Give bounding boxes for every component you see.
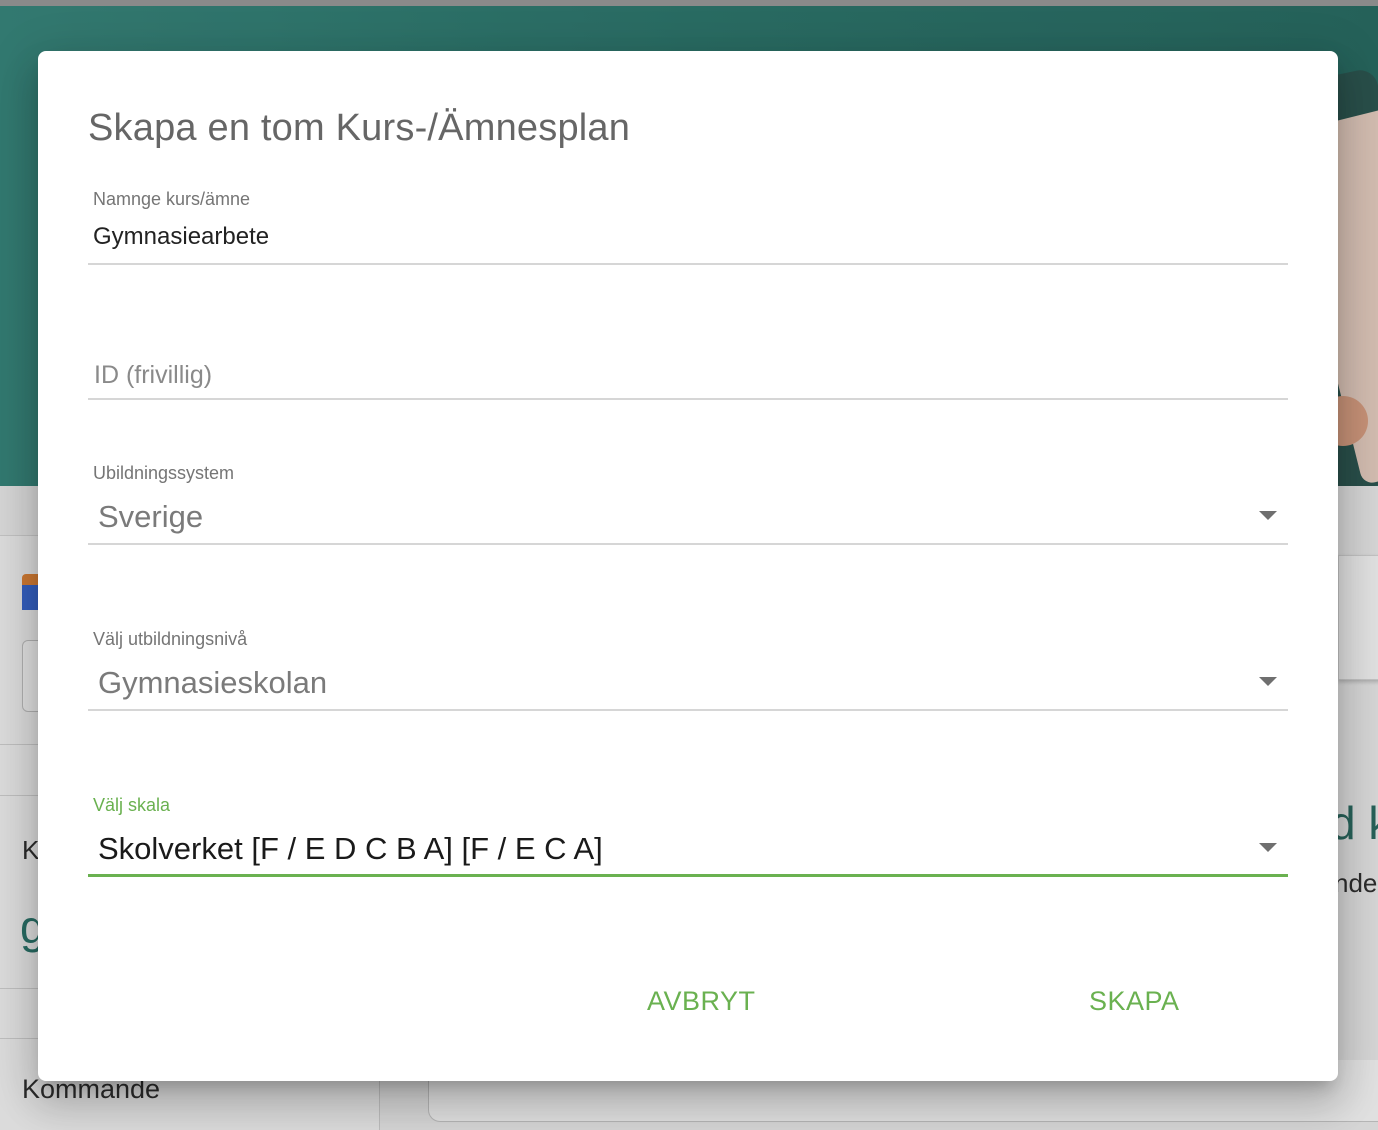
caret-down-icon[interactable] bbox=[1259, 677, 1277, 686]
education-system-select[interactable]: Ubildningssystem Sverige bbox=[88, 463, 1288, 547]
education-system-label: Ubildningssystem bbox=[93, 463, 235, 483]
education-level-value[interactable]: Gymnasieskolan bbox=[98, 665, 327, 701]
grading-scale-underline bbox=[88, 874, 1288, 877]
course-name-label: Namnge kurs/ämne bbox=[93, 189, 251, 209]
caret-down-icon[interactable] bbox=[1259, 511, 1277, 520]
id-placeholder[interactable]: ID (frivillig) bbox=[94, 361, 212, 390]
education-system-value[interactable]: Sverige bbox=[98, 499, 203, 535]
education-level-underline bbox=[88, 709, 1288, 711]
course-name-underline bbox=[88, 263, 1288, 265]
education-level-label: Välj utbildningsnivå bbox=[93, 629, 248, 649]
id-underline bbox=[88, 398, 1288, 400]
course-name-field[interactable]: Namnge kurs/ämne Gymnasiearbete bbox=[88, 189, 1288, 265]
dialog-title: Skapa en tom Kurs-/Ämnesplan bbox=[88, 107, 631, 149]
cancel-button[interactable]: AVBRYT bbox=[631, 976, 772, 1026]
id-field[interactable]: ID (frivillig) bbox=[88, 361, 1288, 401]
grading-scale-select[interactable]: Välj skala Skolverket [F / E D C B A] [F… bbox=[88, 795, 1288, 879]
course-name-value[interactable]: Gymnasiearbete bbox=[93, 223, 269, 251]
caret-down-icon[interactable] bbox=[1259, 843, 1277, 852]
education-level-select[interactable]: Välj utbildningsnivå Gymnasieskolan bbox=[88, 629, 1288, 713]
education-system-underline bbox=[88, 543, 1288, 545]
grading-scale-value[interactable]: Skolverket [F / E D C B A] [F / E C A] bbox=[98, 831, 603, 867]
create-plan-dialog: Skapa en tom Kurs-/Ämnesplan Namnge kurs… bbox=[38, 51, 1338, 1081]
create-button[interactable]: SKAPA bbox=[1073, 976, 1196, 1026]
grading-scale-label: Välj skala bbox=[93, 795, 171, 815]
